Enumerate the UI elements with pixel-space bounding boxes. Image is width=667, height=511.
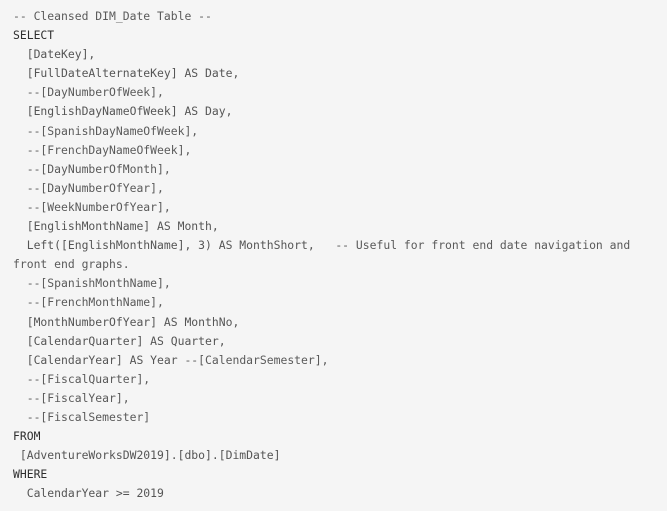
code-line: --[FiscalYear], [13,389,667,408]
code-line: --[DayNumberOfYear], [13,179,667,198]
code-line: [EnglishDayNameOfWeek] AS Day, [13,102,667,121]
code-token-comment: --[FiscalQuarter], [13,371,151,386]
code-line: [CalendarYear] AS Year --[CalendarSemest… [13,351,667,370]
code-token-comment: --[WeekNumberOfYear], [13,199,171,214]
code-token-ident: Left([EnglishMonthName], 3) AS MonthShor… [13,238,336,253]
code-line: WHERE [13,465,667,484]
code-line: --[FrenchMonthName], [13,293,667,312]
code-line: --[FrenchDayNameOfWeek], [13,141,667,160]
code-line: CalendarYear >= 2019 [13,484,667,503]
code-token-ident: [DateKey], [13,47,96,62]
code-line: SELECT [13,26,667,45]
code-token-ident: [FullDateAlternateKey] AS Date, [13,66,240,81]
code-line: [AdventureWorksDW2019].[dbo].[DimDate] [13,446,667,465]
code-token-comment: --[SpanishMonthName], [13,276,171,291]
code-token-ident: [MonthNumberOfYear] AS MonthNo, [13,314,240,329]
code-token-ident: [CalendarQuarter] AS Quarter, [13,333,226,348]
code-token-comment: --[DayNumberOfYear], [13,180,164,195]
code-line: --[FiscalSemester] [13,408,667,427]
code-token-comment: -- Cleansed DIM_Date Table -- [13,9,212,23]
code-token-ident: [AdventureWorksDW2019].[dbo].[DimDate] [13,448,281,463]
sql-code-block: -- Cleansed DIM_Date Table -- SELECT [Dat… [0,0,667,511]
code-token-keyword: SELECT [13,28,55,43]
code-line: --[SpanishDayNameOfWeek], [13,122,667,141]
code-token-ident: [EnglishDayNameOfWeek] AS Day, [13,104,233,119]
code-token-comment: -- Useful for front end date navigation … [335,238,631,253]
code-token-comment: front end graphs. [13,257,130,272]
code-line: -- Cleansed DIM_Date Table -- [13,7,667,26]
code-token-comment: --[DayNumberOfWeek], [13,85,164,100]
code-token-comment: --[DayNumberOfMonth], [13,161,171,176]
code-line: [CalendarQuarter] AS Quarter, [13,332,667,351]
code-line: [EnglishMonthName] AS Month, [13,217,667,236]
code-token-comment: --[FiscalSemester] [13,409,151,424]
code-token-ident: CalendarYear >= 2019 [13,486,164,501]
code-line: FROM [13,427,667,446]
code-token-comment: --[FrenchDayNameOfWeek], [13,142,192,157]
code-line: --[SpanishMonthName], [13,274,667,293]
code-line: --[DayNumberOfMonth], [13,160,667,179]
code-token-ident: [CalendarYear] AS Year [13,352,185,367]
code-line: --[FiscalQuarter], [13,370,667,389]
code-token-ident: [EnglishMonthName] AS Month, [13,219,219,234]
code-line: --[WeekNumberOfYear], [13,198,667,217]
code-token-comment: --[FrenchMonthName], [13,295,164,310]
code-token-keyword: WHERE [13,467,48,482]
code-line: Left([EnglishMonthName], 3) AS MonthShor… [13,236,667,255]
code-line: [MonthNumberOfYear] AS MonthNo, [13,313,667,332]
code-token-comment: --[CalendarSemester], [184,352,329,367]
code-line: [FullDateAlternateKey] AS Date, [13,64,667,83]
code-token-comment: --[SpanishDayNameOfWeek], [13,123,199,138]
code-line: [DateKey], [13,45,667,64]
code-token-comment: --[FiscalYear], [13,390,130,405]
code-line: front end graphs. [13,255,667,274]
code-line: --[DayNumberOfWeek], [13,83,667,102]
code-token-keyword: FROM [13,429,41,444]
